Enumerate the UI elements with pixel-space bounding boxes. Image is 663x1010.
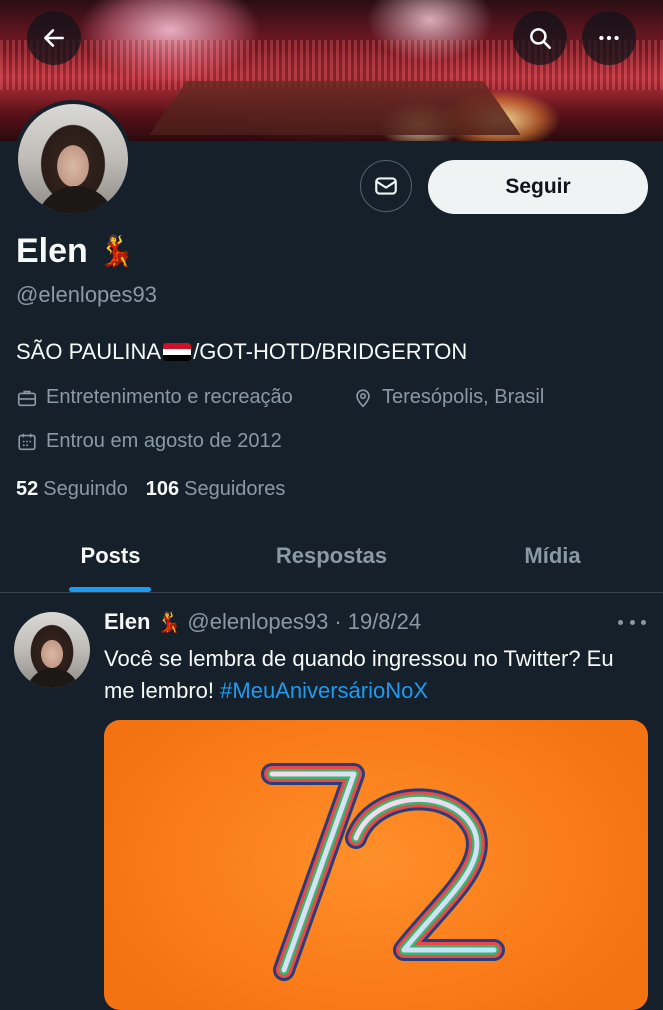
- post-avatar-body: [26, 668, 80, 688]
- post-date[interactable]: 19/8/24: [348, 609, 421, 635]
- post-author-name[interactable]: Elen: [104, 609, 150, 635]
- profile-tabs: Posts Respostas Mídia: [0, 520, 663, 593]
- back-button[interactable]: [27, 11, 81, 65]
- message-button[interactable]: [360, 160, 412, 212]
- post-media-image[interactable]: [104, 720, 648, 1010]
- bio-text-start: SÃO PAULINA: [16, 339, 162, 364]
- egypt-flag-icon: [163, 343, 192, 361]
- tab-posts[interactable]: Posts: [0, 520, 221, 592]
- more-horizontal-icon: [599, 35, 619, 41]
- followers-label: Seguidores: [184, 478, 286, 500]
- profile-name: Elen 💃: [16, 232, 135, 271]
- post-more-icon[interactable]: [618, 612, 646, 632]
- post-separator: ·: [334, 609, 342, 634]
- briefcase-icon: [17, 390, 37, 406]
- category-text: Entretenimento e recreação: [46, 386, 293, 408]
- location-text: Teresópolis, Brasil: [382, 386, 545, 408]
- post-avatar[interactable]: [14, 612, 90, 688]
- followers-link[interactable]: 106 Seguidores: [146, 478, 286, 501]
- post-hashtag[interactable]: #MeuAniversárioNoX: [220, 678, 428, 703]
- location-pin-icon: [356, 388, 370, 407]
- joined-text: Entrou em agosto de 2012: [46, 430, 282, 452]
- arrow-left-icon: [44, 29, 64, 47]
- envelope-icon: [375, 177, 397, 195]
- tab-replies[interactable]: Respostas: [221, 520, 442, 592]
- post-header: Elen 💃 @elenlopes93 · 19/8/24: [104, 609, 421, 635]
- active-tab-indicator: [69, 587, 151, 592]
- avatar-body: [36, 186, 116, 214]
- more-button[interactable]: [582, 11, 636, 65]
- profile-avatar[interactable]: [14, 100, 132, 218]
- profile-name-text: Elen: [16, 232, 88, 270]
- search-icon: [530, 28, 551, 49]
- calendar-icon: [18, 433, 36, 450]
- follow-button[interactable]: Seguir: [428, 160, 648, 214]
- profile-location: Teresópolis, Brasil: [352, 386, 544, 409]
- anniversary-12-graphic: [261, 763, 505, 981]
- banner-field: [149, 80, 521, 136]
- profile-stats: 52 Seguindo 106 Seguidores: [16, 478, 285, 501]
- dancer-emoji-icon: 💃: [97, 235, 136, 268]
- following-link[interactable]: 52 Seguindo: [16, 478, 128, 501]
- following-label: Seguindo: [43, 478, 128, 500]
- profile-handle: @elenlopes93: [16, 282, 157, 307]
- following-count: 52: [16, 478, 39, 500]
- bio-text-end: /GOT-HOTD/BRIDGERTON: [193, 339, 468, 364]
- search-button[interactable]: [513, 11, 567, 65]
- post-text: Você se lembra de quando ingressou no Tw…: [104, 643, 649, 707]
- post-author-handle[interactable]: @elenlopes93: [187, 609, 328, 635]
- profile-bio: SÃO PAULINA /GOT-HOTD/BRIDGERTON: [16, 339, 467, 365]
- tab-media[interactable]: Mídia: [442, 520, 663, 592]
- profile-joined: Entrou em agosto de 2012: [16, 430, 282, 453]
- profile-category: Entretenimento e recreação: [16, 386, 293, 409]
- post-dancer-emoji-icon: 💃: [156, 611, 182, 634]
- followers-count: 106: [145, 478, 180, 500]
